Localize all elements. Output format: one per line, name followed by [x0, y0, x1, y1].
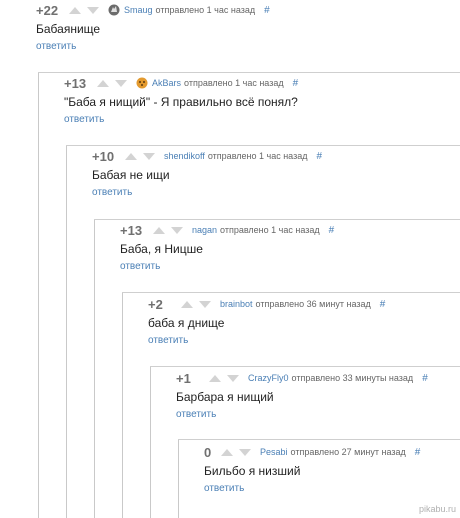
downvote-icon[interactable] [227, 374, 239, 382]
upvote-icon[interactable] [221, 448, 233, 456]
comment-timestamp: отправлено 1 час назад [207, 151, 308, 161]
thread-line [94, 219, 95, 518]
comment-permalink[interactable]: # [329, 225, 335, 236]
leopard-avatar-icon [136, 77, 148, 89]
comment-score: +1 [176, 370, 191, 386]
reply-link[interactable]: ответить [92, 187, 132, 198]
reply-link[interactable]: ответить [36, 41, 76, 52]
comment-score: +2 [148, 296, 163, 312]
comment-score: +22 [36, 2, 59, 18]
comment-score: +13 [64, 75, 87, 91]
downvote-icon[interactable] [87, 6, 99, 14]
thread-line [150, 366, 151, 518]
dragon-avatar-icon [108, 4, 120, 16]
comment-timestamp: отправлено 33 минуты назад [291, 373, 414, 383]
comment-text: Баба, я Ницше [120, 242, 203, 256]
comment-timestamp: отправлено 1 час назад [155, 5, 256, 15]
upvote-icon[interactable] [181, 300, 193, 308]
upvote-icon[interactable] [97, 79, 109, 87]
comment-text: Бабаянище [36, 22, 101, 36]
thread-divider [94, 219, 460, 220]
thread-line [38, 72, 39, 518]
reply-link[interactable]: ответить [120, 261, 160, 272]
site-watermark: pikabu.ru [418, 504, 456, 514]
comment-timestamp: отправлено 1 час назад [220, 225, 320, 235]
reply-link[interactable]: ответить [204, 483, 244, 494]
thread-divider [66, 145, 460, 146]
comment-author[interactable]: brainbot [220, 299, 253, 309]
thread-line [122, 292, 123, 518]
comment-thread: +22 Smaug отправлено 1 час назад # Бабая… [0, 0, 460, 518]
comment-permalink[interactable]: # [264, 5, 270, 16]
comment-text: Бильбо я низший [204, 464, 301, 478]
thread-divider [178, 439, 460, 440]
comment-author[interactable]: Smaug [124, 5, 153, 15]
downvote-icon[interactable] [199, 300, 211, 308]
comment-author[interactable]: AkBars [152, 78, 181, 88]
thread-divider [38, 72, 460, 73]
downvote-icon[interactable] [115, 79, 127, 87]
upvote-icon[interactable] [125, 152, 137, 160]
comment-text: "Баба я нищий" - Я правильно всё понял? [64, 95, 298, 109]
downvote-icon[interactable] [239, 448, 251, 456]
comment-author[interactable]: shendikoff [164, 151, 205, 161]
thread-line [178, 439, 179, 518]
thread-divider [150, 366, 460, 367]
comment-permalink[interactable]: # [422, 373, 428, 384]
thread-divider [122, 292, 460, 293]
comment-permalink[interactable]: # [316, 151, 322, 162]
upvote-icon[interactable] [153, 226, 165, 234]
comment-permalink[interactable]: # [415, 447, 421, 458]
comment-score: 0 [204, 444, 212, 460]
comment-text: Бабая не ищи [92, 168, 170, 182]
thread-line [66, 145, 67, 518]
comment-author[interactable]: nagan [192, 225, 217, 235]
upvote-icon[interactable] [209, 374, 221, 382]
comment-text: Барбара я нищий [176, 390, 274, 404]
comment-score: +10 [92, 148, 115, 164]
downvote-icon[interactable] [143, 152, 155, 160]
upvote-icon[interactable] [69, 6, 81, 14]
comment-permalink[interactable]: # [380, 299, 386, 310]
comment-author[interactable]: CrazyFly0 [248, 373, 289, 383]
comment-text: баба я днище [148, 316, 225, 330]
downvote-icon[interactable] [171, 226, 183, 234]
reply-link[interactable]: ответить [64, 114, 104, 125]
comment-score: +13 [120, 222, 143, 238]
comment-permalink[interactable]: # [293, 78, 299, 89]
comment-timestamp: отправлено 36 минут назад [255, 299, 371, 309]
reply-link[interactable]: ответить [176, 409, 216, 420]
comment-author[interactable]: Pesabi [260, 447, 288, 457]
comment-timestamp: отправлено 1 час назад [184, 78, 284, 88]
reply-link[interactable]: ответить [148, 335, 188, 346]
comment-timestamp: отправлено 27 минут назад [290, 447, 406, 457]
